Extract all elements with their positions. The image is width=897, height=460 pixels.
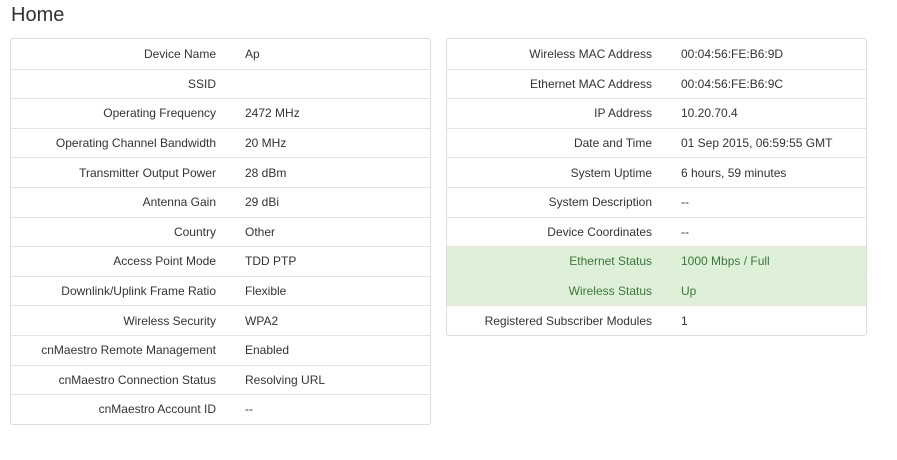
row-country: Country Other	[11, 216, 430, 247]
row-antenna-gain: Antenna Gain 29 dBi	[11, 186, 430, 217]
wireless-security-label: Wireless Security	[123, 313, 216, 328]
row-transmitter-power: Transmitter Output Power 28 dBm	[11, 157, 430, 187]
row-system-uptime: System Uptime 6 hours, 59 minutes	[447, 157, 866, 187]
access-point-mode-value: TDD PTP	[245, 254, 297, 269]
row-ethernet-mac: Ethernet MAC Address 00:04:56:FE:B6:9C	[447, 68, 866, 99]
row-wireless-security: Wireless Security WPA2	[11, 305, 430, 335]
antenna-gain-value: 29 dBi	[245, 195, 280, 210]
wireless-status-value: Up	[681, 284, 697, 299]
row-channel-bandwidth: Operating Channel Bandwidth 20 MHz	[11, 127, 430, 158]
frame-ratio-value: Flexible	[245, 284, 287, 299]
ip-address-label: IP Address	[594, 106, 652, 121]
row-wireless-mac: Wireless MAC Address 00:04:56:FE:B6:9D	[447, 39, 866, 69]
row-access-point-mode: Access Point Mode TDD PTP	[11, 246, 430, 276]
access-point-mode-label: Access Point Mode	[113, 254, 216, 269]
wireless-mac-value: 00:04:56:FE:B6:9D	[681, 46, 784, 61]
row-registered-subscriber-modules: Registered Subscriber Modules 1	[447, 305, 866, 335]
registered-subscriber-modules-value: 1	[681, 313, 688, 328]
row-system-description: System Description --	[447, 186, 866, 217]
device-coordinates-value: --	[681, 224, 689, 239]
date-time-label: Date and Time	[573, 136, 652, 151]
ethernet-status-value: 1000 Mbps / Full	[681, 254, 770, 269]
cnmaestro-remote-management-label: cnMaestro Remote Management	[41, 343, 216, 358]
row-operating-frequency: Operating Frequency 2472 MHz	[11, 98, 430, 128]
page-title: Home	[11, 4, 65, 26]
ethernet-status-label: Ethernet Status	[569, 254, 652, 269]
transmitter-power-value: 28 dBm	[245, 165, 287, 180]
row-device-name: Device Name Ap	[11, 39, 430, 69]
system-uptime-value: 6 hours, 59 minutes	[681, 165, 787, 180]
row-frame-ratio: Downlink/Uplink Frame Ratio Flexible	[11, 275, 430, 306]
system-description-value: --	[681, 195, 689, 210]
row-cnmaestro-account-id: cnMaestro Account ID --	[11, 394, 430, 424]
ssid-label: SSID	[187, 76, 216, 91]
registered-subscriber-modules-label: Registered Subscriber Modules	[484, 313, 652, 328]
row-wireless-status: Wireless Status Up	[447, 275, 866, 306]
wireless-status-label: Wireless Status	[568, 284, 652, 299]
network-status-panel: Wireless MAC Address 00:04:56:FE:B6:9D E…	[446, 38, 867, 336]
date-time-value: 01 Sep 2015, 06:59:55 GMT	[681, 136, 833, 151]
row-ethernet-status: Ethernet Status 1000 Mbps / Full	[447, 246, 866, 276]
operating-frequency-label: Operating Frequency	[103, 106, 216, 121]
device-name-label: Device Name	[143, 46, 216, 61]
device-name-value: Ap	[245, 46, 260, 61]
country-value: Other	[245, 224, 276, 239]
transmitter-power-label: Transmitter Output Power	[79, 165, 216, 180]
device-info-panel: Device Name Ap SSID Operating Frequency …	[10, 38, 431, 425]
row-device-coordinates: Device Coordinates --	[447, 216, 866, 247]
row-ip-address: IP Address 10.20.70.4	[447, 98, 866, 128]
row-ssid: SSID	[11, 68, 430, 99]
wireless-security-value: WPA2	[245, 313, 279, 328]
frame-ratio-label: Downlink/Uplink Frame Ratio	[61, 284, 216, 299]
system-uptime-label: System Uptime	[570, 165, 652, 180]
device-coordinates-label: Device Coordinates	[547, 224, 652, 239]
channel-bandwidth-value: 20 MHz	[245, 136, 287, 151]
row-date-time: Date and Time 01 Sep 2015, 06:59:55 GMT	[447, 127, 866, 158]
row-cnmaestro-remote-management: cnMaestro Remote Management Enabled	[11, 334, 430, 365]
ethernet-mac-label: Ethernet MAC Address	[529, 76, 652, 91]
cnmaestro-connection-status-label: cnMaestro Connection Status	[58, 372, 216, 387]
system-description-label: System Description	[548, 195, 652, 210]
operating-frequency-value: 2472 MHz	[245, 106, 300, 121]
row-cnmaestro-connection-status: cnMaestro Connection Status Resolving UR…	[11, 364, 430, 395]
country-label: Country	[173, 224, 216, 239]
cnmaestro-remote-management-value: Enabled	[245, 343, 290, 358]
ip-address-value: 10.20.70.4	[681, 106, 738, 121]
cnmaestro-account-id-label: cnMaestro Account ID	[98, 402, 216, 417]
cnmaestro-connection-status-value: Resolving URL	[245, 372, 326, 387]
cnmaestro-account-id-value: --	[245, 402, 253, 417]
antenna-gain-label: Antenna Gain	[142, 195, 216, 210]
channel-bandwidth-label: Operating Channel Bandwidth	[55, 136, 216, 151]
wireless-mac-label: Wireless MAC Address	[529, 46, 652, 61]
ethernet-mac-value: 00:04:56:FE:B6:9C	[681, 76, 784, 91]
